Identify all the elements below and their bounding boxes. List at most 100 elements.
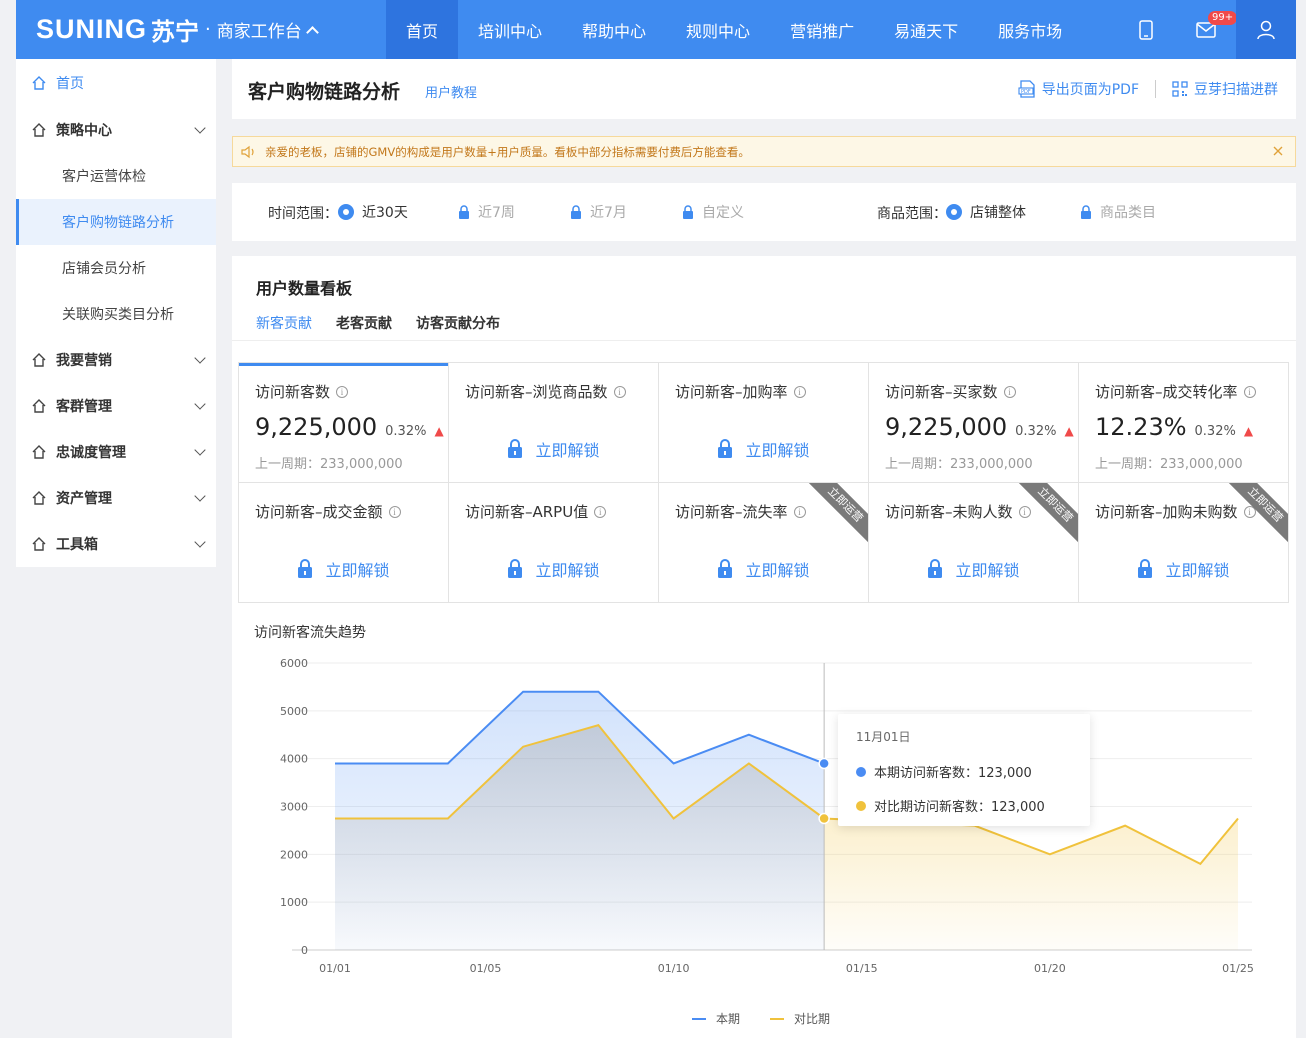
metric-title: 访问新客–ARPU值 i — [465, 501, 607, 522]
close-icon[interactable] — [1271, 144, 1285, 158]
lock-icon — [718, 559, 733, 578]
nav-rules[interactable]: 规则中心 — [666, 0, 770, 59]
metric-title-text: 访问新客数 — [255, 383, 331, 401]
unlock-button[interactable]: 立即解锁 — [449, 557, 658, 581]
time-option-7w[interactable]: 近7周 — [458, 202, 515, 222]
time-range-label: 时间范围： — [268, 206, 338, 222]
info-icon[interactable]: i — [594, 505, 607, 518]
sidebar-item-shopping-path[interactable]: 客户购物链路分析 — [16, 199, 216, 245]
sidebar-group-label: 忠诚度管理 — [56, 445, 126, 461]
metric-card[interactable]: 访问新客–加购率 i 立即解锁 — [659, 363, 869, 483]
sidebar-group-assets[interactable]: 资产管理 — [16, 475, 216, 521]
metric-card[interactable]: 访问新客–成交金额 i 立即解锁 — [239, 483, 449, 603]
metric-card[interactable]: 访问新客–ARPU值 i 立即解锁 — [449, 483, 659, 603]
lock-icon — [298, 559, 313, 578]
sidebar-group-loyalty[interactable]: 忠诚度管理 — [16, 429, 216, 475]
unlock-button[interactable]: 立即解锁 — [239, 557, 448, 581]
chart-legend: 本期 对比期 — [692, 1010, 830, 1027]
sidebar-item-member-analysis[interactable]: 店铺会员分析 — [16, 245, 216, 291]
arrow-up-icon: ▲ — [434, 424, 444, 438]
chevron-down-icon — [194, 490, 206, 502]
metric-previous: 上一周期：233,000,000 — [1095, 457, 1243, 472]
unlock-button[interactable]: 立即解锁 — [1079, 557, 1288, 581]
qrcode-icon — [1172, 81, 1188, 97]
tutorial-link[interactable]: 用户教程 — [425, 82, 477, 101]
sidebar: 首页 策略中心 客户运营体检 客户购物链路分析 店铺会员分析 关联购买类目分析 … — [16, 59, 216, 567]
metric-card[interactable]: 访问新客–未购人数 i 立即解锁 立即运营 — [869, 483, 1079, 603]
metric-card[interactable]: 访问新客–流失率 i 立即解锁 立即运营 — [659, 483, 869, 603]
x-tick-label: 01/05 — [470, 962, 502, 975]
board-title: 用户数量看板 — [256, 279, 353, 298]
operate-ribbon[interactable]: 立即运营 — [806, 483, 868, 544]
nav-help[interactable]: 帮助中心 — [562, 0, 666, 59]
time-option-custom[interactable]: 自定义 — [682, 202, 744, 222]
time-option-30d[interactable]: 近30天 — [338, 202, 408, 222]
unlock-button[interactable]: 立即解锁 — [449, 437, 658, 461]
legend-item-current[interactable]: 本期 — [692, 1010, 740, 1027]
sidebar-group-strategy[interactable]: 策略中心 — [16, 107, 216, 153]
info-icon[interactable]: i — [336, 385, 349, 398]
radio-checked[interactable] — [338, 204, 354, 220]
sidebar-group-marketing[interactable]: 我要营销 — [16, 337, 216, 383]
home-icon — [32, 75, 48, 91]
nav-yitong[interactable]: 易通天下 — [874, 0, 978, 59]
tabs-divider — [232, 340, 1296, 341]
mail-icon[interactable]: 99+ — [1176, 0, 1238, 59]
product-option-category[interactable]: 商品类目 — [1080, 202, 1156, 222]
nav-service-market[interactable]: 服务市场 — [978, 0, 1082, 59]
metric-value-text: 9,225,000 — [885, 413, 1008, 441]
metric-card[interactable]: 访问新客–成交转化率 i 12.23% 0.32% ▲ 上一周期：233,000,000 — [1079, 363, 1289, 483]
sidebar-item-home[interactable]: 首页 — [16, 59, 216, 107]
info-icon[interactable]: i — [793, 385, 806, 398]
sidebar-item-related-category[interactable]: 关联购买类目分析 — [16, 291, 216, 337]
x-tick-label: 01/20 — [1034, 962, 1066, 975]
filter-bar: 时间范围： 近30天 近7周 近7月 自定义 商品范围： 店铺整体 商品类目 — [232, 183, 1296, 241]
nav-marketing[interactable]: 营销推广 — [770, 0, 874, 59]
info-icon[interactable]: i — [1018, 505, 1031, 518]
metric-card[interactable]: 访问新客–浏览商品数 i 立即解锁 — [449, 363, 659, 483]
chevron-up-icon[interactable] — [305, 25, 319, 39]
y-tick-label: 5000 — [280, 705, 308, 718]
y-tick-label: 0 — [301, 944, 308, 957]
nav-training[interactable]: 培训中心 — [458, 0, 562, 59]
sidebar-group-label: 工具箱 — [56, 537, 98, 553]
tooltip-row-current: 本期访问新客数：123,000 — [856, 762, 1032, 781]
time-option-7m[interactable]: 近7月 — [570, 202, 627, 222]
legend-label: 对比期 — [794, 1012, 831, 1026]
metric-card[interactable]: 访问新客数 i 9,225,000 0.32% ▲ 上一周期：233,000,000 — [239, 363, 449, 483]
unlock-label: 立即解锁 — [955, 561, 1020, 580]
metric-card[interactable]: 访问新客–买家数 i 9,225,000 0.32% ▲ 上一周期：233,000,000 — [869, 363, 1079, 483]
product-option-store[interactable]: 店铺整体 — [946, 202, 1026, 222]
info-icon[interactable]: i — [1243, 385, 1256, 398]
chart-tooltip: 11月01日 本期访问新客数：123,000 对比期访问新客数：123,000 — [838, 714, 1090, 826]
brand-name-cn: 苏宁 — [151, 18, 200, 46]
metric-card[interactable]: 访问新客–加购未购数 i 立即解锁 立即运营 — [1079, 483, 1289, 603]
legend-item-compare[interactable]: 对比期 — [770, 1010, 830, 1027]
metric-title: 访问新客–买家数 i — [885, 381, 1016, 402]
user-icon[interactable] — [1236, 0, 1296, 59]
unlock-button[interactable]: 立即解锁 — [659, 557, 868, 581]
home-icon — [32, 398, 48, 414]
info-icon[interactable]: i — [388, 505, 401, 518]
info-icon[interactable]: i — [613, 385, 626, 398]
scan-group-button[interactable]: 豆芽扫描进群 — [1172, 79, 1278, 99]
radio-checked[interactable] — [946, 204, 962, 220]
export-pdf-button[interactable]: PDF 导出页面为PDF — [1018, 79, 1139, 99]
tab-old-customers[interactable]: 老客贡献 — [336, 313, 392, 341]
logo[interactable]: SUNING 苏宁 · 商家工作台 — [36, 0, 319, 59]
unlock-button[interactable]: 立即解锁 — [659, 437, 868, 461]
speaker-icon — [241, 145, 254, 158]
sidebar-group-audience[interactable]: 客群管理 — [16, 383, 216, 429]
info-icon[interactable]: i — [1003, 385, 1016, 398]
info-icon[interactable]: i — [793, 505, 806, 518]
trend-chart[interactable]: 0 1000 2000 3000 4000 5000 6000 01/01 01/05 01/10… — [232, 646, 1296, 1038]
tab-visitor-distribution[interactable]: 访客贡献分布 — [416, 313, 500, 341]
nav-home[interactable]: 首页 — [386, 0, 459, 59]
unlock-button[interactable]: 立即解锁 — [869, 557, 1078, 581]
y-tick-label: 6000 — [280, 657, 308, 670]
tab-new-customers[interactable]: 新客贡献 — [256, 313, 312, 341]
sidebar-group-toolbox[interactable]: 工具箱 — [16, 521, 216, 567]
metric-title: 访问新客–加购未购数 i — [1095, 501, 1256, 522]
mobile-icon[interactable] — [1116, 0, 1176, 59]
sidebar-item-customer-checkup[interactable]: 客户运营体检 — [16, 153, 216, 199]
